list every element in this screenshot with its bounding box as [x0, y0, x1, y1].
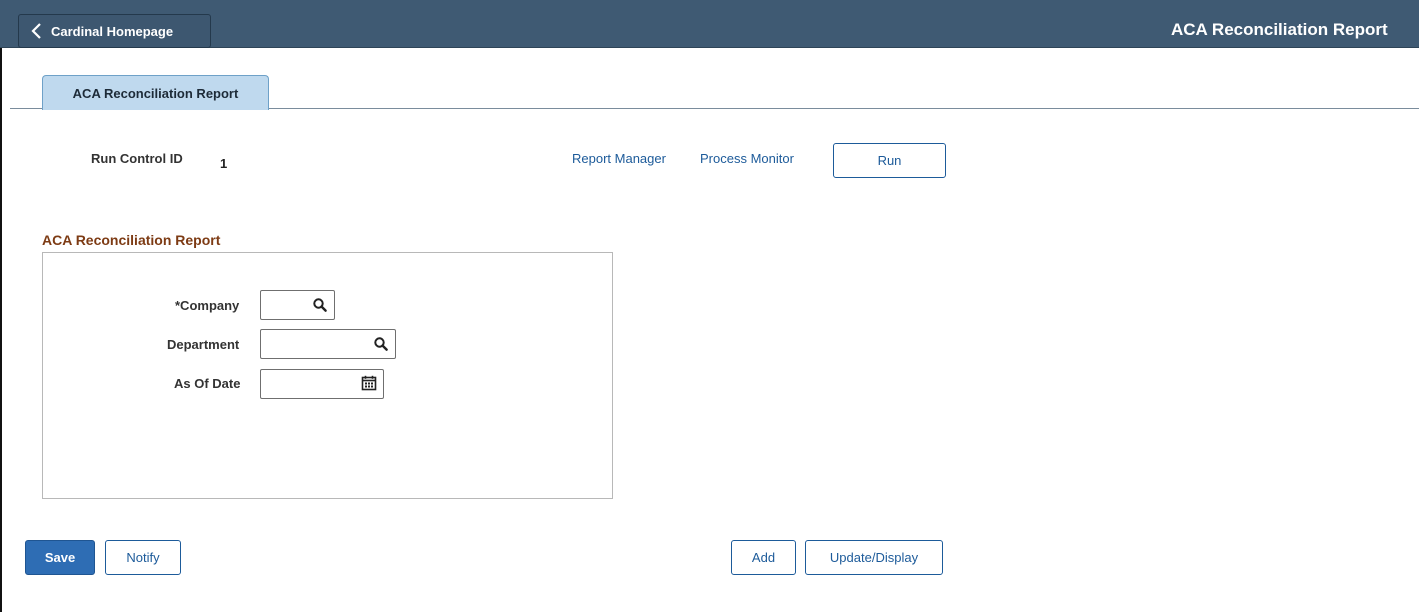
company-field[interactable] — [260, 290, 335, 320]
header-banner: Cardinal Homepage ACA Reconciliation Rep… — [0, 0, 1419, 48]
run-control-id-value: 1 — [220, 156, 228, 171]
back-home-label: Cardinal Homepage — [51, 23, 174, 39]
chevron-left-icon — [31, 23, 41, 39]
run-control-id-label: Run Control ID — [91, 151, 183, 166]
report-manager-link[interactable]: Report Manager — [572, 151, 666, 166]
back-home-button[interactable]: Cardinal Homepage — [18, 14, 211, 48]
add-button[interactable]: Add — [731, 540, 796, 575]
as-of-date-label: As Of Date — [174, 376, 241, 391]
process-monitor-link[interactable]: Process Monitor — [700, 151, 794, 166]
section-title: ACA Reconciliation Report — [42, 232, 221, 248]
search-icon[interactable] — [373, 336, 389, 352]
as-of-date-field[interactable] — [260, 369, 384, 399]
run-button[interactable]: Run — [833, 143, 946, 178]
company-label: *Company — [175, 298, 240, 313]
notify-button[interactable]: Notify — [105, 540, 181, 575]
department-label: Department — [167, 337, 240, 352]
department-field[interactable] — [260, 329, 396, 359]
tab-aca-reconciliation-report[interactable]: ACA Reconciliation Report — [42, 75, 269, 110]
search-icon[interactable] — [312, 297, 328, 313]
update-display-button[interactable]: Update/Display — [805, 540, 943, 575]
calendar-icon[interactable] — [361, 375, 377, 391]
save-button[interactable]: Save — [25, 540, 95, 575]
page-title: ACA Reconciliation Report — [1171, 20, 1388, 39]
